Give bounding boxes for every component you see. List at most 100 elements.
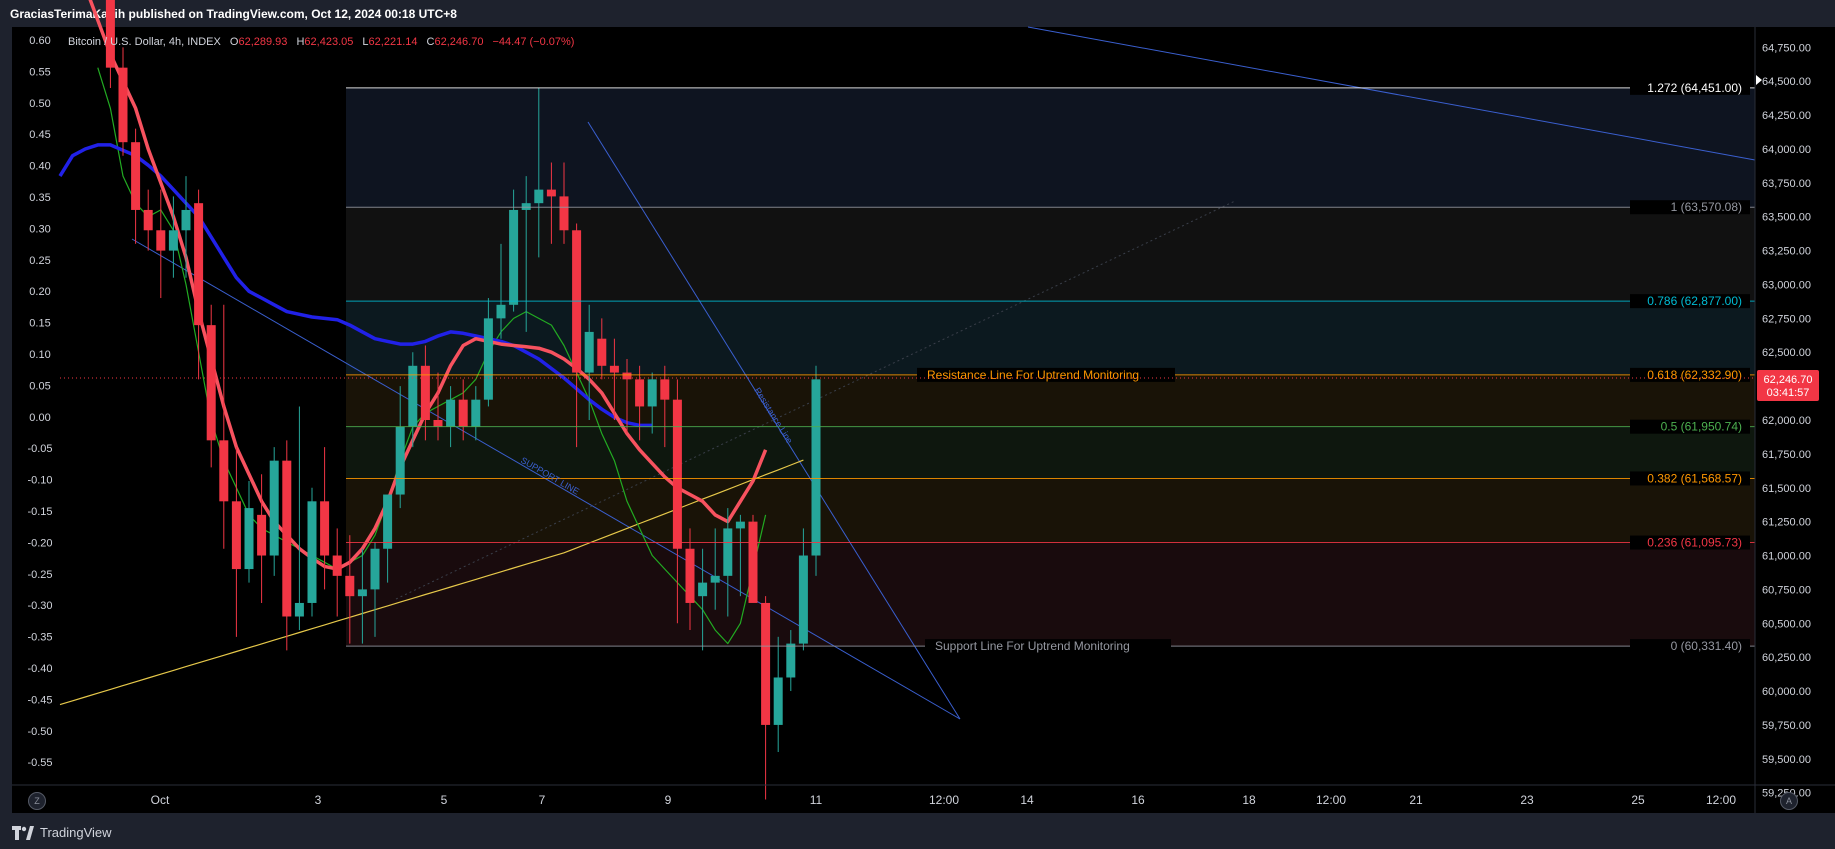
candle-body[interactable] [584,331,594,373]
candle-body[interactable] [131,142,141,210]
fib-label-1: 1 (63,570.08) [1671,200,1742,214]
candle-body[interactable] [773,677,783,725]
right-axis-tick: 64,500.00 [1762,76,1811,88]
x-axis-tick: 12:00 [1316,793,1346,807]
candle-body[interactable] [597,338,607,366]
right-axis-tick: 61,250.00 [1762,517,1811,529]
candle-body[interactable] [446,399,456,427]
candle-body[interactable] [307,501,317,603]
candle-body[interactable] [345,575,355,597]
candle-body[interactable] [546,189,556,197]
candle-body[interactable] [370,548,380,590]
candle-body[interactable] [660,379,670,400]
left-axis-tick: -0.35 [27,632,52,644]
candle-body[interactable] [168,230,178,251]
candle-body[interactable] [622,372,632,380]
candle-body[interactable] [685,548,695,603]
right-axis-tick: 64,000.00 [1762,144,1811,156]
left-axis-tick: 0.00 [29,412,50,424]
candle-body[interactable] [219,440,229,502]
candle-body[interactable] [609,365,619,373]
candle-body[interactable] [509,209,519,305]
candle-body[interactable] [647,379,657,407]
candle-body[interactable] [735,521,745,529]
candle-body[interactable] [244,508,254,570]
left-axis-tick: -0.25 [27,569,52,581]
x-axis-tick: 7 [539,793,546,807]
left-axis-tick: -0.10 [27,475,52,487]
candle-body[interactable] [710,575,720,583]
auto-scale-button[interactable]: A [1780,792,1798,810]
candle-body[interactable] [748,521,758,603]
candle-body[interactable] [143,209,153,231]
candle-body[interactable] [269,460,279,556]
candle-body[interactable] [194,203,204,326]
candle-body[interactable] [458,399,468,427]
brand-name: TradingView [40,825,112,840]
fib-zone-1 [346,207,1755,302]
right-axis-tick: 63,000.00 [1762,279,1811,291]
candle-body[interactable] [383,494,393,549]
legend-title: Bitcoin / U.S. Dollar, 4h, INDEX [68,36,221,48]
candle-body[interactable] [723,528,733,576]
left-axis-tick: 0.10 [29,349,50,361]
candle-body[interactable] [332,555,342,576]
fib-label-0.5: 0.5 (61,950.74) [1661,420,1742,434]
right-axis-tick: 60,250.00 [1762,652,1811,664]
price-chart[interactable]: 1.272 (64,451.00) 1 (63,570.08) 0.786 (62,… [0,0,1835,819]
candle-body[interactable] [357,589,367,597]
candle-body[interactable] [282,460,292,617]
candle-body[interactable] [534,189,544,204]
timezone-button[interactable]: Z [28,792,46,810]
candle-body[interactable] [798,555,808,644]
candle-body[interactable] [496,304,506,319]
candle-body[interactable] [786,643,796,678]
candle-body[interactable] [559,196,569,231]
right-axis-tick: 62,000.00 [1762,415,1811,427]
right-axis-tick: 63,500.00 [1762,212,1811,224]
left-axis-tick: 0.55 [29,66,50,78]
candle-body[interactable] [118,67,128,143]
candle-body[interactable] [181,209,191,231]
fib-label-0.786: 0.786 (62,877.00) [1647,294,1742,308]
candle-body[interactable] [231,501,241,570]
x-axis-tick: 5 [441,793,448,807]
legend-low: 62,221.14 [369,36,418,48]
candle-body[interactable] [433,420,443,427]
candle-body[interactable] [105,0,115,68]
left-axis-tick: -0.30 [27,600,52,612]
candle-body[interactable] [672,399,682,549]
candle-body[interactable] [635,379,645,407]
candle-body[interactable] [471,399,481,427]
legend-high-label: H [296,36,304,48]
candle-body[interactable] [156,230,166,251]
candle-body[interactable] [483,318,493,400]
left-axis-tick: 0.25 [29,255,50,267]
candle-body[interactable] [698,582,708,597]
candle-body[interactable] [257,514,267,556]
x-axis-tick: 21 [1409,793,1423,807]
fib-label-0.618: 0.618 (62,332.90) [1647,368,1742,382]
legend-close-label: C [427,36,435,48]
candle-countdown: 03:41:57 [1767,387,1810,399]
x-axis-tick: 23 [1520,793,1534,807]
candle-body[interactable] [320,501,330,556]
candle-body[interactable] [521,203,531,210]
candle-body[interactable] [811,379,821,556]
candle-body[interactable] [420,365,430,420]
candle-body[interactable] [206,325,216,441]
left-axis-tick: -0.40 [27,663,52,675]
right-axis-tick: 63,750.00 [1762,178,1811,190]
candle-body[interactable] [395,426,405,495]
candle-body[interactable] [294,602,304,617]
right-axis-tick: 60,500.00 [1762,618,1811,630]
candle-body[interactable] [761,602,771,725]
fib-zone-1.272 [346,87,1755,208]
right-axis-tick: 59,750.00 [1762,720,1811,732]
x-axis-tick: 14 [1020,793,1034,807]
fib-zone-0.382 [346,478,1755,543]
x-axis-tick: 12:00 [929,793,959,807]
left-axis-tick: -0.05 [27,443,52,455]
fib-zone-0.5 [346,426,1755,479]
footer-bar [0,819,1835,849]
